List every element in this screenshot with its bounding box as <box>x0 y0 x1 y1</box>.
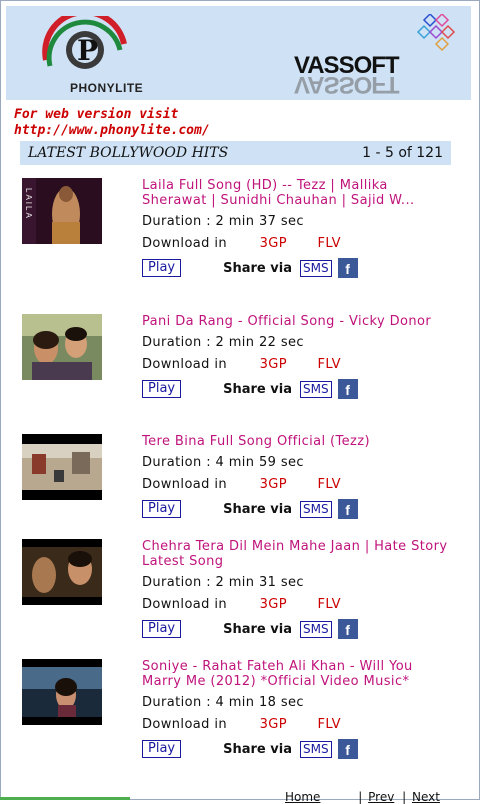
download-options: Download in 3GP FLV <box>142 717 448 733</box>
footer-separator: | <box>402 790 407 804</box>
download-flv-link[interactable]: FLV <box>318 597 341 612</box>
result-range: 1 - 5 of 121 <box>362 145 443 161</box>
video-thumbnail[interactable] <box>22 434 102 500</box>
video-actions: Play Share via SMS f <box>142 739 448 759</box>
share-via-label: Share via <box>223 260 292 276</box>
web-version-promo: For web version visit http://www.phonyli… <box>14 107 210 139</box>
download-options: Download in 3GP FLV <box>142 236 448 252</box>
download-flv-link[interactable]: FLV <box>318 717 341 732</box>
play-button[interactable]: Play <box>142 740 182 758</box>
download-label: Download in <box>142 717 228 732</box>
download-3gp-link[interactable]: 3GP <box>260 357 287 372</box>
download-options: Download in 3GP FLV <box>142 477 448 493</box>
video-duration: Duration : 2 min 37 sec <box>142 214 304 229</box>
video-duration: Duration : 2 min 22 sec <box>142 335 304 350</box>
download-label: Download in <box>142 477 228 492</box>
facebook-share-icon[interactable]: f <box>337 258 358 278</box>
video-actions: Play Share via SMS f <box>142 379 448 399</box>
play-button[interactable]: Play <box>142 620 182 638</box>
phonylite-logo-mark-icon: P <box>42 9 127 69</box>
sms-share-button[interactable]: SMS <box>299 380 332 398</box>
sms-share-button[interactable]: SMS <box>299 259 332 277</box>
download-options: Download in 3GP FLV <box>142 357 448 373</box>
vassoft-logo[interactable]: VASSOFT VASSOFT <box>294 14 464 98</box>
download-3gp-link[interactable]: 3GP <box>260 717 287 732</box>
download-options: Download in 3GP FLV <box>142 597 448 613</box>
video-actions: Play Share via SMS f <box>142 258 448 278</box>
facebook-share-icon[interactable]: f <box>337 379 358 399</box>
video-thumbnail[interactable] <box>22 539 102 605</box>
pagination-nav: Home | Prev | Next <box>285 790 440 804</box>
video-duration: Duration : 4 min 59 sec <box>142 455 304 470</box>
download-3gp-link[interactable]: 3GP <box>260 236 287 251</box>
download-label: Download in <box>142 357 228 372</box>
promo-link[interactable]: http://www.phonylite.com/ <box>14 123 210 139</box>
phonylite-logo[interactable]: P PHONYLITE <box>40 9 143 96</box>
share-via-label: Share via <box>223 621 292 637</box>
video-actions: Play Share via SMS f <box>142 499 448 519</box>
svg-text:P: P <box>77 34 98 67</box>
download-3gp-link[interactable]: 3GP <box>260 477 287 492</box>
phonylite-logo-text: PHONYLITE <box>70 81 144 95</box>
next-link[interactable]: Next <box>412 790 440 804</box>
video-thumbnail[interactable] <box>22 314 102 380</box>
video-title-link[interactable]: Laila Full Song (HD) -- Tezz | Mallika S… <box>142 178 448 208</box>
section-header: LATEST BOLLYWOOD HITS 1 - 5 of 121 <box>20 141 451 165</box>
download-flv-link[interactable]: FLV <box>318 357 341 372</box>
footer-separator: | <box>358 790 363 804</box>
sms-share-button[interactable]: SMS <box>299 500 332 518</box>
video-thumbnail[interactable]: LAILA <box>22 178 102 244</box>
sms-share-button[interactable]: SMS <box>299 740 332 758</box>
play-button[interactable]: Play <box>142 500 182 518</box>
download-3gp-link[interactable]: 3GP <box>260 597 287 612</box>
video-title-link[interactable]: Tere Bina Full Song Official (Tezz) <box>142 434 448 449</box>
download-label: Download in <box>142 597 228 612</box>
video-title-link[interactable]: Soniye - Rahat Fateh Ali Khan - Will You… <box>142 659 448 689</box>
play-button[interactable]: Play <box>142 259 182 277</box>
video-actions: Play Share via SMS f <box>142 619 448 639</box>
sms-share-button[interactable]: SMS <box>299 620 332 638</box>
facebook-share-icon[interactable]: f <box>337 499 358 519</box>
video-duration: Duration : 4 min 18 sec <box>142 695 304 710</box>
download-label: Download in <box>142 236 228 251</box>
thumbnail-label: LAILA <box>24 188 33 220</box>
home-link[interactable]: Home <box>285 790 320 804</box>
share-via-label: Share via <box>223 741 292 757</box>
play-button[interactable]: Play <box>142 380 182 398</box>
download-flv-link[interactable]: FLV <box>318 236 341 251</box>
vassoft-diamonds-icon <box>416 14 456 52</box>
video-title-link[interactable]: Chehra Tera Dil Mein Mahe Jaan | Hate St… <box>142 539 448 569</box>
section-title: LATEST BOLLYWOOD HITS <box>28 145 229 161</box>
video-duration: Duration : 2 min 31 sec <box>142 575 304 590</box>
header-banner: P PHONYLITE VASSOFT VASSOFT <box>6 6 471 100</box>
prev-link[interactable]: Prev <box>368 790 394 804</box>
facebook-share-icon[interactable]: f <box>337 619 358 639</box>
video-title-link[interactable]: Pani Da Rang - Official Song - Vicky Don… <box>142 314 448 329</box>
promo-text: For web version visit <box>14 107 179 122</box>
share-via-label: Share via <box>223 501 292 517</box>
facebook-share-icon[interactable]: f <box>337 739 358 759</box>
share-via-label: Share via <box>223 381 292 397</box>
vassoft-logo-reflection: VASSOFT <box>294 71 399 98</box>
video-thumbnail[interactable] <box>22 659 102 725</box>
download-flv-link[interactable]: FLV <box>318 477 341 492</box>
